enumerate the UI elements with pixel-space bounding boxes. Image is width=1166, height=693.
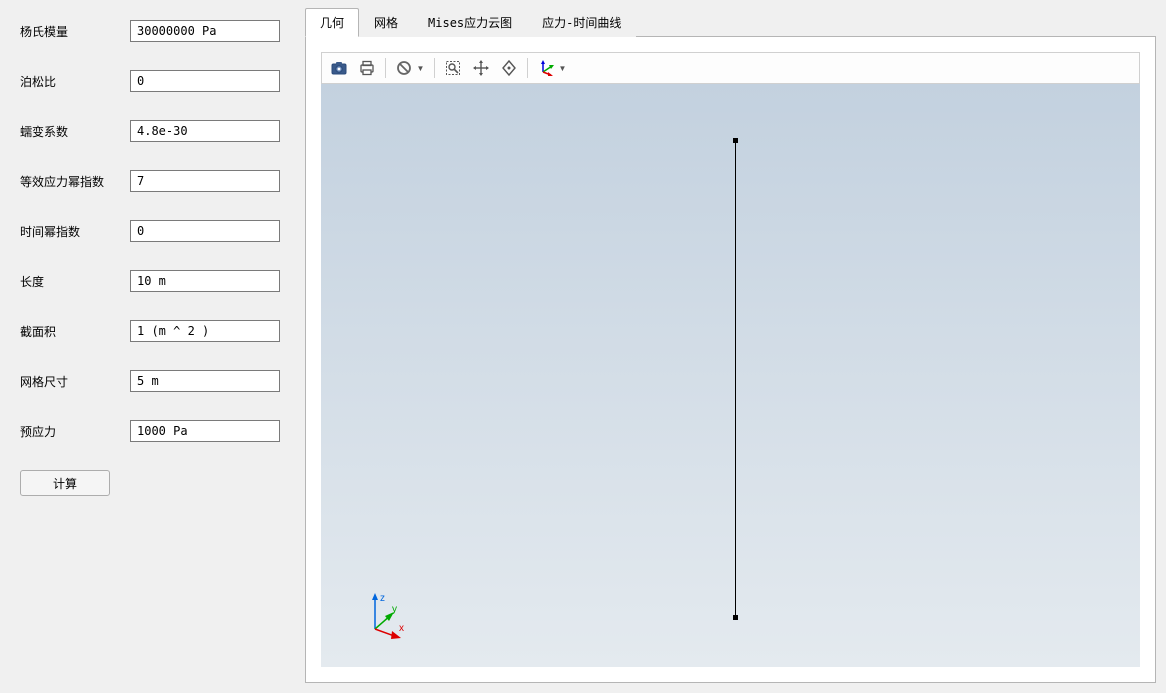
parameter-panel: 杨氏模量泊松比蠕变系数等效应力幂指数时间幂指数长度截面积网格尺寸预应力 计算 [0, 0, 300, 693]
form-row-cross-section-area: 截面积 [20, 320, 285, 342]
poissons-ratio-label: 泊松比 [20, 73, 130, 90]
reset-view-icon[interactable] [391, 56, 417, 80]
geometry-line [735, 140, 736, 618]
tab-content-geometry: ▼▼ z y x [305, 37, 1156, 683]
form-row-time-exponent: 时间幂指数 [20, 220, 285, 242]
time-exponent-input[interactable] [130, 220, 280, 242]
youngs-modulus-input[interactable] [130, 20, 280, 42]
geometry-node-top [733, 138, 738, 143]
prestress-input[interactable] [130, 420, 280, 442]
cross-section-area-input[interactable] [130, 320, 280, 342]
form-row-creep-coefficient: 蠕变系数 [20, 120, 285, 142]
creep-coefficient-label: 蠕变系数 [20, 123, 130, 140]
toolbar-separator [385, 58, 386, 78]
form-row-youngs-modulus: 杨氏模量 [20, 20, 285, 42]
print-icon[interactable] [354, 56, 380, 80]
camera-icon[interactable] [326, 56, 352, 80]
axis-z-label: z [380, 593, 385, 604]
toolbar-separator [434, 58, 435, 78]
form-row-length: 长度 [20, 270, 285, 292]
equiv-stress-exponent-label: 等效应力幂指数 [20, 173, 130, 190]
reset-view-icon-dropdown[interactable]: ▼ [417, 56, 429, 80]
axis-x-label: x [399, 623, 404, 634]
equiv-stress-exponent-input[interactable] [130, 170, 280, 192]
form-row-poissons-ratio: 泊松比 [20, 70, 285, 92]
tab-几何[interactable]: 几何 [305, 8, 359, 37]
zoom-window-icon[interactable] [440, 56, 466, 80]
viewport-toolbar: ▼▼ [321, 52, 1140, 84]
axis-triad-icon[interactable] [533, 56, 559, 80]
visualization-panel: 几何网格Mises应力云图应力-时间曲线 ▼▼ z y [300, 0, 1166, 693]
pan-icon[interactable] [468, 56, 494, 80]
length-label: 长度 [20, 273, 130, 290]
mesh-size-input[interactable] [130, 370, 280, 392]
axis-triad-icon-dropdown[interactable]: ▼ [559, 56, 571, 80]
tab-应力-时间曲线[interactable]: 应力-时间曲线 [527, 8, 636, 37]
toolbar-separator [527, 58, 528, 78]
length-input[interactable] [130, 270, 280, 292]
tab-Mises应力云图[interactable]: Mises应力云图 [413, 8, 527, 37]
creep-coefficient-input[interactable] [130, 120, 280, 142]
geometry-viewport[interactable]: z y x [321, 84, 1140, 667]
tab-网格[interactable]: 网格 [359, 8, 413, 37]
form-row-mesh-size: 网格尺寸 [20, 370, 285, 392]
form-row-prestress: 预应力 [20, 420, 285, 442]
axis-gizmo: z y x [361, 589, 411, 639]
form-row-equiv-stress-exponent: 等效应力幂指数 [20, 170, 285, 192]
youngs-modulus-label: 杨氏模量 [20, 23, 130, 40]
geometry-node-bottom [733, 615, 738, 620]
rotate-icon[interactable] [496, 56, 522, 80]
tab-bar: 几何网格Mises应力云图应力-时间曲线 [305, 8, 1156, 37]
poissons-ratio-input[interactable] [130, 70, 280, 92]
prestress-label: 预应力 [20, 423, 130, 440]
cross-section-area-label: 截面积 [20, 323, 130, 340]
time-exponent-label: 时间幂指数 [20, 223, 130, 240]
axis-y-label: y [392, 604, 397, 615]
compute-button[interactable]: 计算 [20, 470, 110, 496]
mesh-size-label: 网格尺寸 [20, 373, 130, 390]
